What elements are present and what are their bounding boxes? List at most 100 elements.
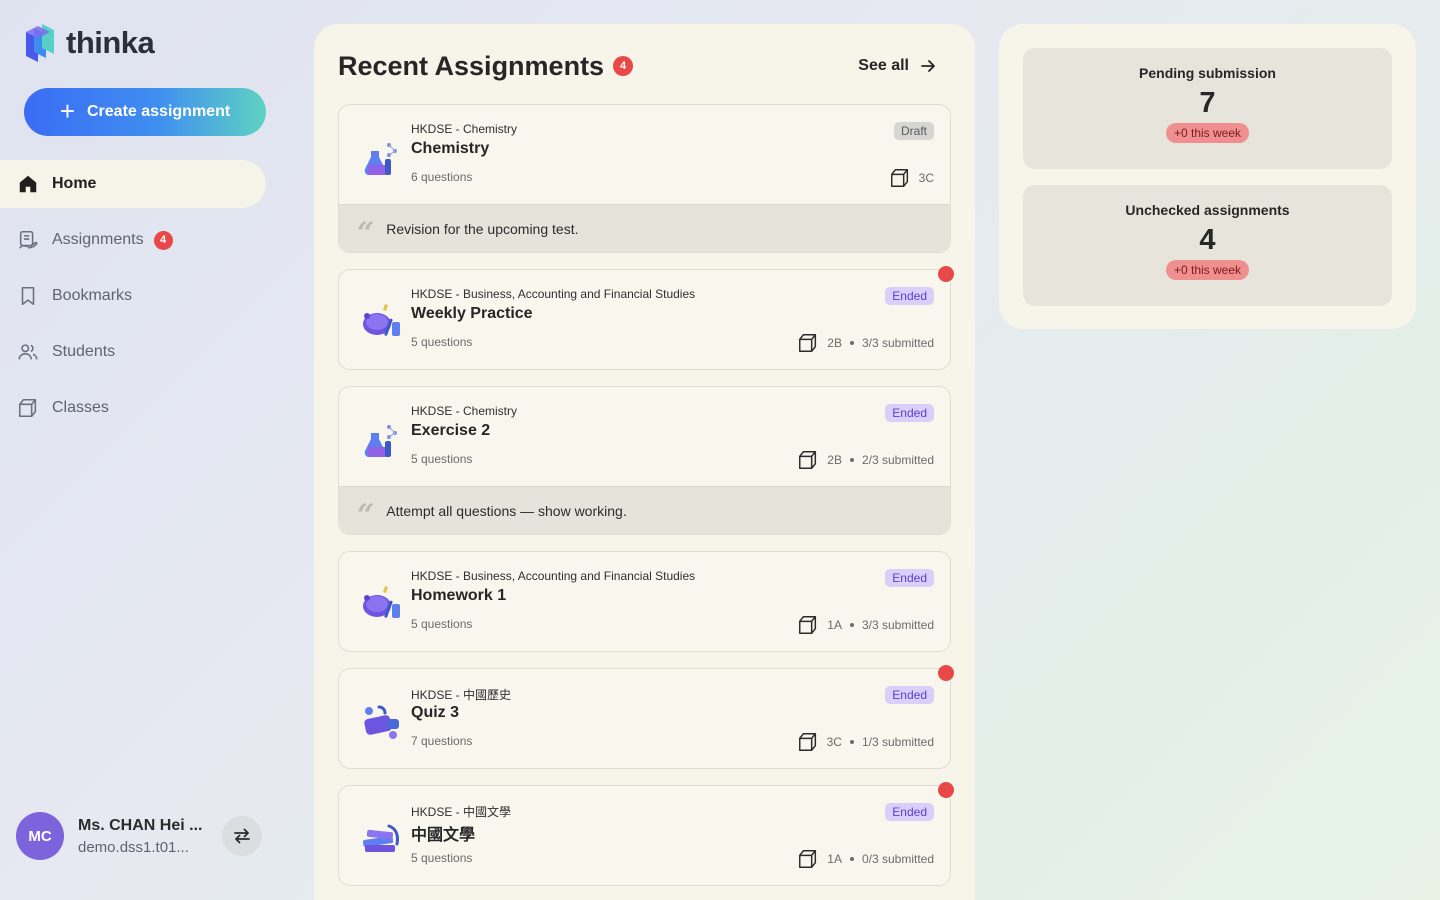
piggy-bank-icon bbox=[363, 304, 400, 336]
assignment-card[interactable]: HKDSE - Chemistry Chemistry 6 questions … bbox=[338, 104, 951, 253]
sidebar-item-label: Home bbox=[52, 175, 97, 192]
unread-indicator bbox=[938, 782, 954, 798]
status-badge: Ended bbox=[885, 803, 934, 821]
quote-icon: “ bbox=[357, 215, 375, 251]
assignment-subject: HKDSE - 中國文學 bbox=[411, 805, 512, 819]
swap-icon bbox=[234, 828, 250, 844]
sidebar-item-label: Assignments bbox=[52, 231, 144, 248]
submission-count: 3/3 submitted bbox=[861, 618, 934, 632]
sidebar-item-home[interactable]: Home bbox=[0, 160, 266, 208]
books-icon bbox=[362, 824, 399, 852]
class-name: 3C bbox=[918, 171, 934, 185]
quote-icon: “ bbox=[357, 497, 375, 533]
recent-assignments-panel: Recent Assignments 4 See all HKDSE - Che… bbox=[314, 24, 975, 900]
question-count: 5 questions bbox=[411, 851, 473, 865]
assignment-card[interactable]: HKDSE - Business, Accounting and Financi… bbox=[338, 266, 954, 370]
assignment-subject: HKDSE - Business, Accounting and Financi… bbox=[411, 287, 696, 301]
app-name: thinka bbox=[66, 25, 155, 60]
stat-value: 7 bbox=[1199, 87, 1216, 119]
assignment-card[interactable]: HKDSE - 中國文學 中國文學 5 questions Ended 1A 0… bbox=[338, 782, 954, 886]
class-name: 3C bbox=[826, 735, 842, 749]
home-icon bbox=[16, 172, 40, 196]
avatar: MC bbox=[16, 812, 64, 860]
assignment-card[interactable]: HKDSE - 中國歷史 Quiz 3 7 questions Ended 3C… bbox=[338, 665, 954, 769]
unread-indicator bbox=[938, 266, 954, 282]
students-icon bbox=[16, 340, 40, 364]
assignments-icon bbox=[16, 228, 40, 252]
status-badge: Ended bbox=[885, 569, 934, 587]
classes-icon bbox=[16, 396, 40, 420]
app-logo[interactable]: thinka bbox=[24, 22, 155, 64]
sidebar-item-students[interactable]: Students bbox=[0, 328, 266, 376]
assignment-card[interactable]: HKDSE - Chemistry Exercise 2 5 questions… bbox=[338, 386, 951, 535]
create-assignment-button[interactable]: + Create assignment bbox=[24, 88, 266, 136]
stat-label: Unchecked assignments bbox=[1125, 202, 1290, 218]
assignment-title: Weekly Practice bbox=[411, 305, 533, 322]
plus-icon: + bbox=[59, 95, 75, 126]
question-count: 5 questions bbox=[411, 452, 473, 466]
submission-count: 1/3 submitted bbox=[861, 735, 934, 749]
assignments-count-badge: 4 bbox=[613, 56, 634, 76]
class-cube-icon bbox=[799, 334, 817, 352]
assignment-card[interactable]: HKDSE - Business, Accounting and Financi… bbox=[338, 551, 951, 652]
assignment-meta: 2B 3/3 submitted bbox=[797, 332, 934, 354]
status-badge: Ended bbox=[885, 686, 934, 704]
stat-trend-badge: +0 this week bbox=[1165, 260, 1250, 280]
logo-icon bbox=[26, 24, 54, 62]
class-name: 2B bbox=[827, 336, 842, 350]
assignment-subject: HKDSE - Business, Accounting and Financi… bbox=[411, 569, 696, 583]
sidebar-item-bookmarks[interactable]: Bookmarks bbox=[0, 272, 266, 320]
assignment-meta: 3C 1/3 submitted bbox=[797, 731, 934, 753]
separator-dot bbox=[849, 458, 854, 462]
assignment-meta: 1A 3/3 submitted bbox=[797, 614, 934, 636]
arrow-right-icon bbox=[921, 60, 935, 72]
sidebar-item-label: Bookmarks bbox=[52, 287, 133, 304]
question-count: 6 questions bbox=[411, 170, 473, 184]
assignment-card-body: HKDSE - Chemistry Chemistry 6 questions … bbox=[339, 105, 950, 204]
switch-account-button[interactable] bbox=[222, 816, 262, 856]
class-name: 1A bbox=[827, 852, 842, 866]
assignment-subject: HKDSE - Chemistry bbox=[411, 122, 518, 136]
assignment-title: Exercise 2 bbox=[411, 422, 491, 439]
class-cube-icon bbox=[799, 451, 817, 469]
piggy-bank-icon bbox=[363, 586, 400, 618]
see-all-label: See all bbox=[858, 57, 909, 74]
submission-count: 2/3 submitted bbox=[861, 453, 934, 467]
assignment-card-body: HKDSE - 中國文學 中國文學 5 questions Ended 1A 0… bbox=[339, 786, 950, 885]
stat-trend-badge: +0 this week bbox=[1165, 123, 1250, 143]
status-badge: Ended bbox=[885, 287, 934, 305]
main-nav: Home Assignments 4 Bookmarks Students Cl… bbox=[0, 160, 266, 440]
see-all-link[interactable]: See all bbox=[858, 57, 937, 75]
assignment-title: Quiz 3 bbox=[411, 704, 460, 721]
sidebar: thinka + Create assignment Home Assignme… bbox=[0, 0, 290, 900]
question-count: 5 questions bbox=[411, 335, 473, 349]
assignment-note: “ Revision for the upcoming test. bbox=[339, 204, 950, 252]
history-scroll-icon bbox=[364, 705, 399, 739]
assignment-subject: HKDSE - 中國歷史 bbox=[411, 688, 512, 702]
separator-dot bbox=[849, 740, 854, 744]
assignment-subject: HKDSE - Chemistry bbox=[411, 404, 518, 418]
stat-card-pending[interactable]: Pending submission 7 +0 this week bbox=[1023, 48, 1392, 169]
assignment-card-body: HKDSE - 中國歷史 Quiz 3 7 questions Ended 3C… bbox=[339, 669, 950, 768]
note-text: Revision for the upcoming test. bbox=[386, 220, 579, 237]
stats-panel: Pending submission 7 +0 this week Unchec… bbox=[999, 24, 1416, 329]
unread-indicator bbox=[938, 665, 954, 681]
note-text: Attempt all questions — show working. bbox=[386, 502, 627, 519]
assignment-meta: 2B 2/3 submitted bbox=[797, 449, 934, 471]
question-count: 7 questions bbox=[411, 734, 473, 748]
user-name: Ms. CHAN Hei ... bbox=[78, 816, 203, 834]
stat-label: Pending submission bbox=[1139, 65, 1276, 81]
page-title: Recent Assignments bbox=[338, 50, 605, 81]
sidebar-item-assignments[interactable]: Assignments 4 bbox=[0, 216, 266, 264]
stat-card-unchecked[interactable]: Unchecked assignments 4 +0 this week bbox=[1023, 185, 1392, 306]
class-cube-icon bbox=[799, 616, 817, 634]
class-name: 2B bbox=[827, 453, 842, 467]
sidebar-item-label: Students bbox=[52, 343, 116, 360]
user-email: demo.dss1.t01... bbox=[78, 838, 189, 856]
separator-dot bbox=[849, 623, 854, 627]
user-profile[interactable]: MC Ms. CHAN Hei ... demo.dss1.t01... bbox=[16, 812, 266, 860]
sidebar-item-classes[interactable]: Classes bbox=[0, 384, 266, 432]
assignment-meta: 1A 0/3 submitted bbox=[797, 848, 934, 870]
assignment-meta: 3C bbox=[889, 167, 934, 189]
class-cube-icon bbox=[798, 733, 816, 751]
